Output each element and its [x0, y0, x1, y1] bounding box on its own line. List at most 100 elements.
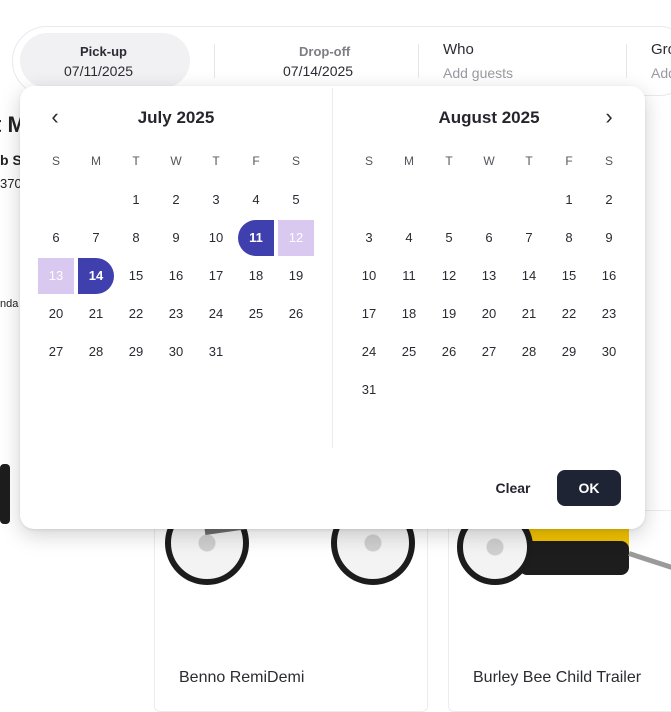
weekday-header: F: [252, 154, 260, 168]
weekday-header: S: [51, 154, 60, 168]
day-cell[interactable]: 9: [158, 220, 194, 256]
clear-button[interactable]: Clear: [482, 470, 544, 506]
day-cell[interactable]: 20: [38, 296, 74, 332]
store-hours-partial: nda: [0, 298, 19, 310]
pickup-value: 07/11/2025: [64, 63, 134, 79]
day-cell[interactable]: 10: [351, 258, 387, 294]
day-cell[interactable]: 28: [78, 334, 114, 370]
day-cell[interactable]: 18: [238, 258, 274, 294]
day-cell-range-end[interactable]: 14: [78, 258, 114, 294]
day-cell[interactable]: 3: [351, 220, 387, 256]
product-card-partial[interactable]: [0, 464, 130, 710]
group-label: Gro: [651, 41, 671, 58]
day-cell[interactable]: 4: [238, 182, 274, 218]
day-cell[interactable]: 11: [391, 258, 427, 294]
day-cell[interactable]: 15: [551, 258, 587, 294]
day-cell[interactable]: 26: [431, 334, 467, 370]
day-cell[interactable]: 2: [158, 182, 194, 218]
dropoff-field[interactable]: Drop-off 07/14/2025: [250, 33, 400, 88]
day-cell[interactable]: 20: [471, 296, 507, 332]
ok-button[interactable]: OK: [557, 470, 621, 506]
day-cell[interactable]: 17: [198, 258, 234, 294]
day-cell[interactable]: 6: [38, 220, 74, 256]
day-cell[interactable]: 4: [391, 220, 427, 256]
day-cell-in-range[interactable]: 13: [38, 258, 74, 294]
day-cell[interactable]: 19: [278, 258, 314, 294]
dropoff-label: Drop-off: [299, 44, 351, 59]
group-field[interactable]: Gro Add: [651, 33, 671, 88]
day-cell-in-range[interactable]: 12: [278, 220, 314, 256]
who-placeholder: Add guests: [443, 65, 514, 81]
day-cell[interactable]: 25: [391, 334, 427, 370]
divider: [214, 44, 215, 78]
day-cell[interactable]: 8: [118, 220, 154, 256]
date-range-picker: ‹ July 2025 August 2025 › SMTWTFS1234567…: [20, 86, 645, 529]
divider: [418, 44, 419, 78]
weekday-header: S: [364, 154, 373, 168]
pickup-label: Pick-up: [80, 44, 127, 59]
day-cell[interactable]: 10: [198, 220, 234, 256]
day-cell[interactable]: 23: [591, 296, 627, 332]
weekday-header: F: [565, 154, 573, 168]
pickup-field[interactable]: Pick-up 07/11/2025: [20, 33, 190, 88]
day-cell[interactable]: 21: [511, 296, 547, 332]
day-cell[interactable]: 25: [238, 296, 274, 332]
day-cell[interactable]: 26: [278, 296, 314, 332]
product-name[interactable]: Burley Bee Child Trailer: [473, 669, 641, 687]
day-cell[interactable]: 16: [158, 258, 194, 294]
day-cell[interactable]: 22: [551, 296, 587, 332]
day-cell[interactable]: 24: [351, 334, 387, 370]
day-cell[interactable]: 27: [471, 334, 507, 370]
product-card[interactable]: Benno RemiDemi: [154, 501, 428, 712]
product-card[interactable]: Burley Bee Child Trailer: [448, 501, 671, 712]
day-cell[interactable]: 22: [118, 296, 154, 332]
day-cell[interactable]: 13: [471, 258, 507, 294]
day-cell[interactable]: 5: [278, 182, 314, 218]
day-cell[interactable]: 3: [198, 182, 234, 218]
who-label: Who: [443, 41, 474, 58]
day-cell[interactable]: 24: [198, 296, 234, 332]
day-cell[interactable]: 8: [551, 220, 587, 256]
day-cell[interactable]: 12: [431, 258, 467, 294]
day-cell[interactable]: 7: [78, 220, 114, 256]
weekday-header: T: [212, 154, 220, 168]
day-cell[interactable]: 30: [158, 334, 194, 370]
chevron-right-icon[interactable]: ›: [594, 106, 624, 130]
weekday-header: T: [132, 154, 140, 168]
day-cell[interactable]: 2: [591, 182, 627, 218]
day-cell[interactable]: 16: [591, 258, 627, 294]
divider: [626, 44, 627, 78]
day-cell[interactable]: 29: [118, 334, 154, 370]
day-cell[interactable]: 9: [591, 220, 627, 256]
day-cell-range-start[interactable]: 11: [238, 220, 274, 256]
day-cell[interactable]: 27: [38, 334, 74, 370]
day-cell[interactable]: 1: [551, 182, 587, 218]
day-cell[interactable]: 17: [351, 296, 387, 332]
group-placeholder: Add: [651, 65, 671, 81]
store-address-partial: b S: [0, 152, 22, 168]
day-cell[interactable]: 14: [511, 258, 547, 294]
day-cell[interactable]: 1: [118, 182, 154, 218]
product-name[interactable]: Benno RemiDemi: [179, 669, 304, 687]
product-image: [0, 464, 10, 524]
day-cell[interactable]: 18: [391, 296, 427, 332]
weekday-header: S: [291, 154, 300, 168]
store-phone-partial: 370: [0, 176, 22, 191]
day-cell[interactable]: 6: [471, 220, 507, 256]
day-cell[interactable]: 19: [431, 296, 467, 332]
month-title-august: August 2025: [438, 108, 540, 127]
weekday-header: W: [170, 154, 182, 168]
day-cell[interactable]: 21: [78, 296, 114, 332]
day-cell[interactable]: 7: [511, 220, 547, 256]
chevron-left-icon[interactable]: ‹: [40, 106, 70, 130]
day-cell[interactable]: 29: [551, 334, 587, 370]
who-field[interactable]: Who Add guests: [443, 33, 613, 88]
day-cell[interactable]: 31: [198, 334, 234, 370]
day-cell[interactable]: 30: [591, 334, 627, 370]
day-cell[interactable]: 31: [351, 372, 387, 408]
day-cell[interactable]: 15: [118, 258, 154, 294]
day-cell[interactable]: 5: [431, 220, 467, 256]
day-cell[interactable]: 23: [158, 296, 194, 332]
day-cell[interactable]: 28: [511, 334, 547, 370]
month-title-july: July 2025: [137, 108, 215, 127]
